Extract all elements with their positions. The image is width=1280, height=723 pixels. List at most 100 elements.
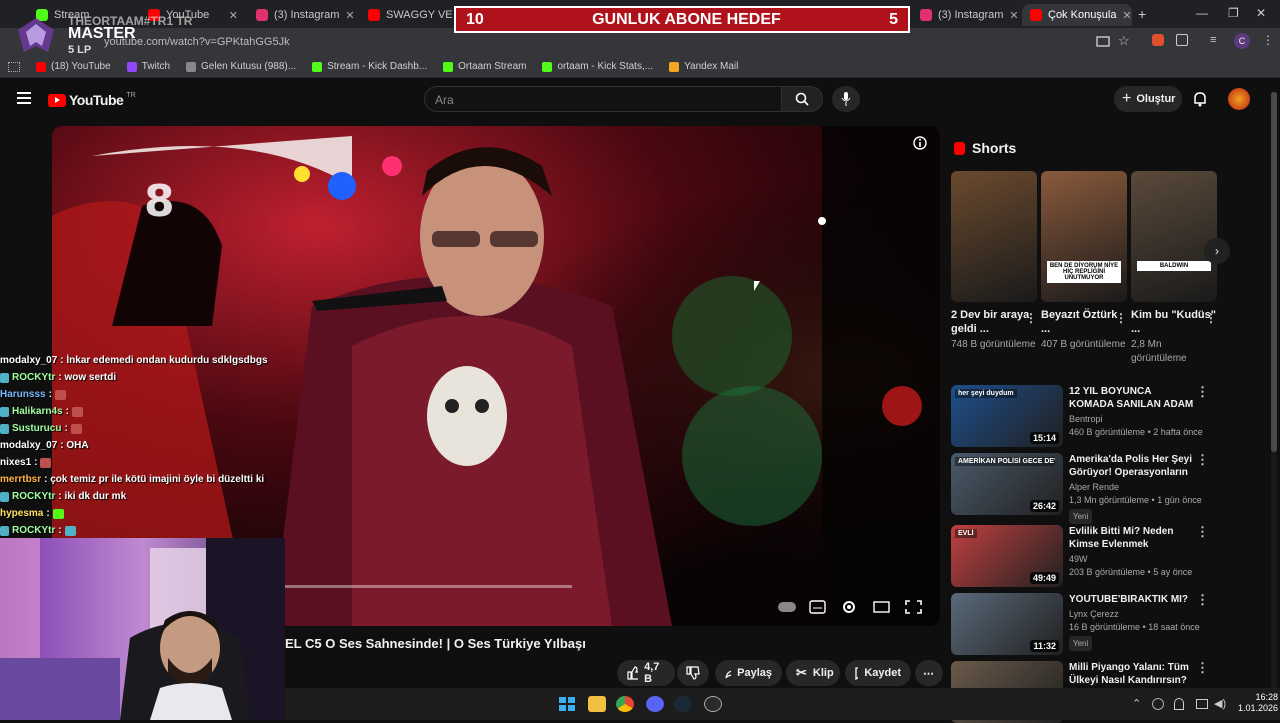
menu-icon[interactable] bbox=[17, 92, 31, 104]
tray-mic-icon[interactable] bbox=[1174, 698, 1184, 710]
bookmark-kick-stats[interactable]: ortaam - Kick Stats,... bbox=[542, 61, 653, 72]
more-vertical-icon[interactable]: ⋮ bbox=[1196, 661, 1209, 674]
tray-app-icon[interactable] bbox=[1152, 698, 1164, 710]
subtitles-icon[interactable] bbox=[809, 600, 827, 614]
puzzle-icon[interactable] bbox=[1176, 34, 1188, 46]
system-clock[interactable]: 16:28 1.01.2026 bbox=[1238, 692, 1278, 714]
tab-instagram-2[interactable]: (3) Instagram ✕ bbox=[912, 4, 1018, 26]
more-vertical-icon[interactable]: ⋮ bbox=[1205, 311, 1217, 325]
clip-button[interactable]: ✂ Klip bbox=[786, 660, 840, 686]
chat-username: ROCKYtr bbox=[12, 525, 56, 536]
page-scrollbar[interactable] bbox=[1271, 92, 1277, 688]
media-icon[interactable]: ≡ bbox=[1210, 34, 1216, 46]
chat-message: ROCKYtr: wow sertdi bbox=[0, 369, 290, 386]
app-icon[interactable] bbox=[704, 696, 722, 712]
recommended-video[interactable]: her şeyi duydum 15:14 12 YIL BOYUNCA KOMAD… bbox=[951, 385, 1221, 447]
cast-icon[interactable] bbox=[1096, 35, 1110, 49]
channel-watermark: 8 bbox=[144, 176, 175, 227]
short-card[interactable]: 2 Dev bir araya geldi ... ⋮ 748 B görüntül… bbox=[951, 171, 1037, 352]
bookmark-twitch[interactable]: Twitch bbox=[126, 61, 170, 72]
short-card[interactable]: BALDWIN Kim bu "Kudüs" ... ⋮ 2,8 Mn görüntü… bbox=[1131, 171, 1217, 366]
more-vertical-icon[interactable]: ⋮ bbox=[1025, 311, 1037, 325]
theater-mode-icon[interactable] bbox=[873, 600, 891, 614]
video-thumbnail[interactable]: her şeyi duydum 15:14 bbox=[951, 385, 1063, 447]
more-vertical-icon[interactable]: ⋮ bbox=[1115, 311, 1127, 325]
recommended-video[interactable]: AMERİKAN POLİSİ GECE DEVRİYESİ 26:42 Ameri… bbox=[951, 453, 1221, 524]
account-avatar[interactable] bbox=[1228, 88, 1250, 110]
plus-icon[interactable]: + bbox=[1138, 6, 1146, 22]
chevron-right-icon[interactable]: › bbox=[1204, 238, 1230, 264]
search-button[interactable] bbox=[781, 86, 823, 112]
profile-avatar[interactable]: C bbox=[1234, 33, 1250, 49]
channel-name[interactable]: Lynx Çerezz bbox=[1069, 608, 1209, 621]
share-button[interactable]: Paylaş bbox=[715, 660, 782, 686]
plus-icon: + bbox=[1122, 90, 1132, 107]
video-thumbnail[interactable]: EVLİ 49:49 bbox=[951, 525, 1063, 587]
minimize-icon[interactable]: — bbox=[1196, 6, 1208, 20]
search-input[interactable]: Ara bbox=[424, 86, 782, 112]
scrollbar-thumb[interactable] bbox=[1271, 92, 1277, 452]
shorts-icon bbox=[954, 142, 965, 155]
discord-icon[interactable] bbox=[646, 696, 664, 712]
video-title[interactable]: Milli Piyango Yalanı: Tüm Ülkeyi Nasıl K… bbox=[1069, 661, 1209, 687]
voice-search-button[interactable] bbox=[832, 86, 860, 112]
channel-name[interactable]: Alper Rende bbox=[1069, 481, 1209, 494]
notifications-bell-icon[interactable] bbox=[1193, 91, 1207, 107]
like-button[interactable]: 4,7 B bbox=[617, 660, 675, 686]
create-button[interactable]: + Oluştur bbox=[1114, 86, 1182, 112]
more-icon[interactable]: ⋮ bbox=[1262, 33, 1274, 47]
video-title[interactable]: Evlilik Bitti Mi? Neden Kimse Evlenmek İ… bbox=[1069, 525, 1209, 551]
short-thumbnail[interactable]: BALDWIN bbox=[1131, 171, 1217, 302]
autoplay-toggle[interactable] bbox=[778, 602, 796, 612]
more-actions-button[interactable]: ⋯ bbox=[915, 660, 943, 686]
short-thumbnail[interactable] bbox=[951, 171, 1037, 302]
bookmark-youtube[interactable]: (18) YouTube bbox=[36, 61, 111, 72]
apps-icon[interactable] bbox=[8, 61, 20, 72]
recommended-video[interactable]: 11:32 YOUTUBE'BIRAKTIK MI? Lynx Çerezz 16 B… bbox=[951, 593, 1221, 655]
thumbnail-caption: BEN DE DİYORUM NİYE HİÇ REPLİĞİNİ UNUTMU… bbox=[1047, 261, 1121, 283]
video-title[interactable]: Amerika'da Polis Her Şeyi Görüyor! Opera… bbox=[1069, 453, 1209, 479]
tab-instagram[interactable]: (3) Instagram ✕ bbox=[248, 4, 356, 26]
close-icon[interactable]: ✕ bbox=[1009, 9, 1018, 22]
short-card[interactable]: BEN DE DİYORUM NİYE HİÇ REPLİĞİNİ UNUTMU… bbox=[1041, 171, 1127, 352]
channel-name[interactable]: 49W bbox=[1069, 553, 1209, 566]
video-thumbnail[interactable]: 11:32 bbox=[951, 593, 1063, 655]
close-icon[interactable]: ✕ bbox=[229, 9, 238, 22]
tray-chevron-up-icon[interactable]: ⌃ bbox=[1132, 697, 1141, 710]
volume-icon[interactable]: ◀) bbox=[1214, 697, 1226, 710]
fullscreen-icon[interactable] bbox=[905, 600, 923, 614]
dislike-button[interactable] bbox=[677, 660, 709, 686]
progress-bar[interactable] bbox=[285, 585, 572, 588]
close-icon[interactable]: ✕ bbox=[345, 9, 354, 22]
extension-icon[interactable] bbox=[1152, 34, 1164, 46]
settings-gear-icon[interactable] bbox=[841, 600, 859, 614]
youtube-logo[interactable]: YouTube TR bbox=[48, 92, 136, 108]
chrome-icon[interactable] bbox=[616, 696, 634, 712]
close-icon[interactable]: ✕ bbox=[1123, 9, 1132, 22]
bookmark-ortaam-stream[interactable]: Ortaam Stream bbox=[443, 61, 526, 72]
more-vertical-icon[interactable]: ⋮ bbox=[1196, 525, 1209, 538]
bookmark-mail[interactable]: Gelen Kutusu (988)... bbox=[186, 61, 296, 72]
maximize-icon[interactable]: ❐ bbox=[1228, 6, 1239, 20]
bookmark-kick-dashboard[interactable]: Stream - Kick Dashb... bbox=[312, 61, 427, 72]
video-thumbnail[interactable]: AMERİKAN POLİSİ GECE DEVRİYESİ 26:42 bbox=[951, 453, 1063, 515]
more-vertical-icon[interactable]: ⋮ bbox=[1196, 593, 1209, 606]
star-icon[interactable]: ☆ bbox=[1118, 33, 1130, 49]
tab-active-video[interactable]: Çok Konuşula ✕ bbox=[1022, 4, 1132, 26]
more-vertical-icon[interactable]: ⋮ bbox=[1196, 385, 1209, 398]
tab-swaggy[interactable]: SWAGGY VE CAV bbox=[360, 4, 452, 26]
windows-start-icon[interactable] bbox=[558, 696, 576, 712]
file-explorer-icon[interactable] bbox=[588, 696, 606, 712]
info-icon[interactable] bbox=[913, 136, 927, 150]
more-vertical-icon[interactable]: ⋮ bbox=[1196, 453, 1209, 466]
bookmark-yandex[interactable]: Yandex Mail bbox=[669, 61, 738, 72]
channel-name[interactable]: Bentropi bbox=[1069, 413, 1209, 426]
video-title[interactable]: 12 YIL BOYUNCA KOMADA SANILAN ADAM bbox=[1069, 385, 1209, 411]
steam-icon[interactable] bbox=[674, 696, 692, 712]
recommended-video[interactable]: EVLİ 49:49 Evlilik Bitti Mi? Neden Kimse E… bbox=[951, 525, 1221, 587]
save-button[interactable]: Kaydet bbox=[845, 660, 911, 686]
short-thumbnail[interactable]: BEN DE DİYORUM NİYE HİÇ REPLİĞİNİ UNUTMU… bbox=[1041, 171, 1127, 302]
video-title[interactable]: YOUTUBE'BIRAKTIK MI? bbox=[1069, 593, 1209, 606]
network-icon[interactable] bbox=[1196, 699, 1208, 709]
window-close-icon[interactable]: ✕ bbox=[1256, 6, 1266, 20]
